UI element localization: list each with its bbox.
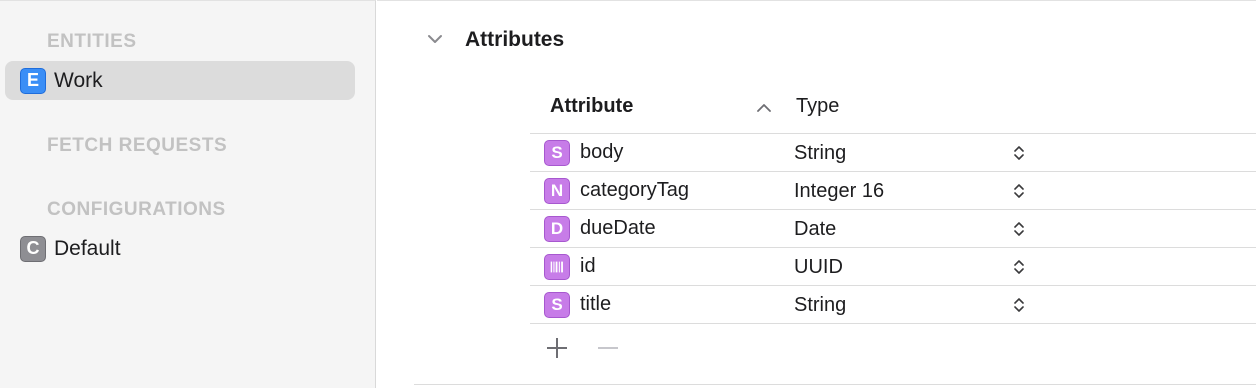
attribute-type[interactable]: String <box>794 294 846 317</box>
attribute-type[interactable]: UUID <box>794 256 843 279</box>
sidebar: ENTITIES E Work FETCH REQUESTS CONFIGURA… <box>0 0 376 388</box>
table-header: Attribute Type <box>530 83 1256 133</box>
table-row[interactable]: id UUID <box>530 247 1256 285</box>
sidebar-item-work[interactable]: E Work <box>5 61 355 100</box>
entities-header: ENTITIES <box>47 31 137 52</box>
popup-stepper-icon[interactable] <box>1012 258 1026 276</box>
date-type-icon: D <box>544 216 570 242</box>
table-row[interactable]: S title String <box>530 285 1256 324</box>
fetch-requests-header: FETCH REQUESTS <box>47 135 228 156</box>
table-row[interactable]: N categoryTag Integer 16 <box>530 171 1256 209</box>
remove-attribute-button[interactable] <box>595 335 621 361</box>
attribute-name[interactable]: id <box>580 255 596 278</box>
column-header-type[interactable]: Type <box>796 95 839 118</box>
entity-icon: E <box>20 67 46 94</box>
attributes-editor: Attributes Attribute Type S body String … <box>377 0 1256 388</box>
table-row[interactable]: D dueDate Date <box>530 209 1256 247</box>
section-divider <box>414 384 1256 385</box>
attribute-name[interactable]: title <box>580 293 611 316</box>
popup-stepper-icon[interactable] <box>1012 182 1026 200</box>
attribute-type[interactable]: String <box>794 142 846 165</box>
popup-stepper-icon[interactable] <box>1012 296 1026 314</box>
chevron-down-icon[interactable] <box>425 29 445 49</box>
sidebar-item-default[interactable]: C Default <box>5 229 355 268</box>
sidebar-item-label: Work <box>54 68 103 92</box>
configurations-header: CONFIGURATIONS <box>47 199 226 220</box>
sidebar-item-label: Default <box>54 236 121 260</box>
column-header-attribute[interactable]: Attribute <box>550 95 633 118</box>
uuid-barcode-icon <box>544 254 570 280</box>
string-type-icon: S <box>544 140 570 166</box>
section-title: Attributes <box>465 28 565 51</box>
add-attribute-button[interactable] <box>544 335 570 361</box>
popup-stepper-icon[interactable] <box>1012 144 1026 162</box>
attribute-name[interactable]: body <box>580 141 623 164</box>
popup-stepper-icon[interactable] <box>1012 220 1026 238</box>
configuration-icon: C <box>20 235 46 262</box>
attribute-name[interactable]: categoryTag <box>580 179 689 202</box>
attribute-type[interactable]: Integer 16 <box>794 180 884 203</box>
attribute-name[interactable]: dueDate <box>580 217 656 240</box>
attributes-table: S body String N categoryTag Integer 16 D <box>530 133 1256 324</box>
number-type-icon: N <box>544 178 570 204</box>
core-data-model-editor: ENTITIES E Work FETCH REQUESTS CONFIGURA… <box>0 0 1256 388</box>
attribute-type[interactable]: Date <box>794 218 836 241</box>
sort-ascending-icon[interactable] <box>755 99 773 117</box>
string-type-icon: S <box>544 292 570 318</box>
table-row[interactable]: S body String <box>530 133 1256 171</box>
